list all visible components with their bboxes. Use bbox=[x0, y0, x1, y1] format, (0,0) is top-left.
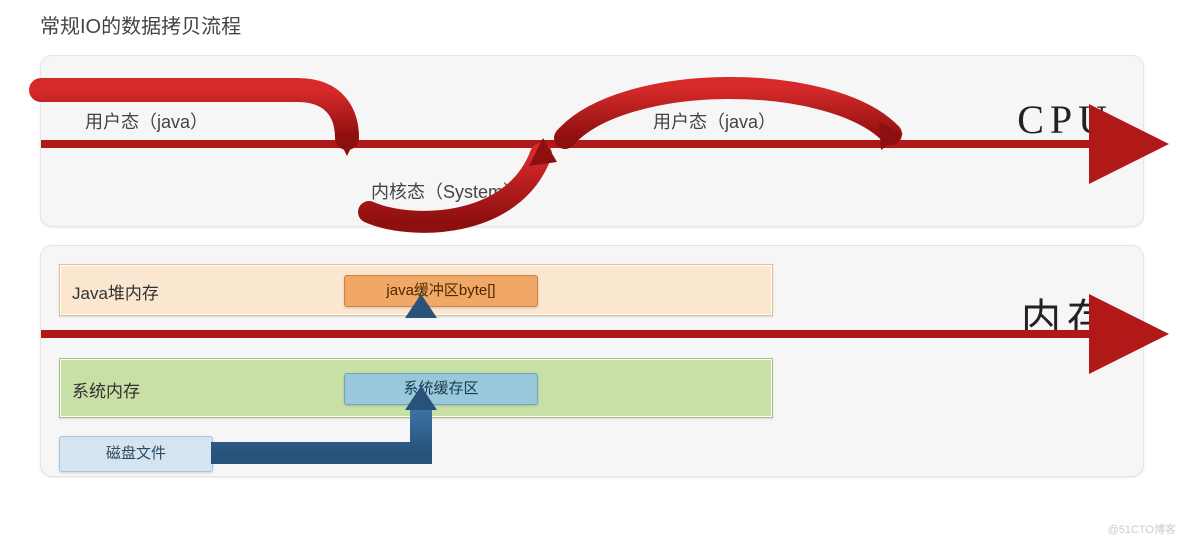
diagram-root: 常规IO的数据拷贝流程 CPU 用户态（java） 内核态（System） 用户… bbox=[0, 0, 1184, 541]
memory-flow-svg bbox=[41, 246, 1145, 476]
cpu-flow-svg bbox=[41, 56, 1145, 226]
diagram-title: 常规IO的数据拷贝流程 bbox=[40, 10, 241, 39]
memory-section: 内存 Java堆内存 java缓冲区byte[] 系统内存 系统缓存区 磁盘文件 bbox=[40, 245, 1144, 477]
watermark: @51CTO博客 bbox=[1108, 521, 1176, 537]
cpu-section: CPU 用户态（java） 内核态（System） 用户态（java） bbox=[40, 55, 1144, 227]
